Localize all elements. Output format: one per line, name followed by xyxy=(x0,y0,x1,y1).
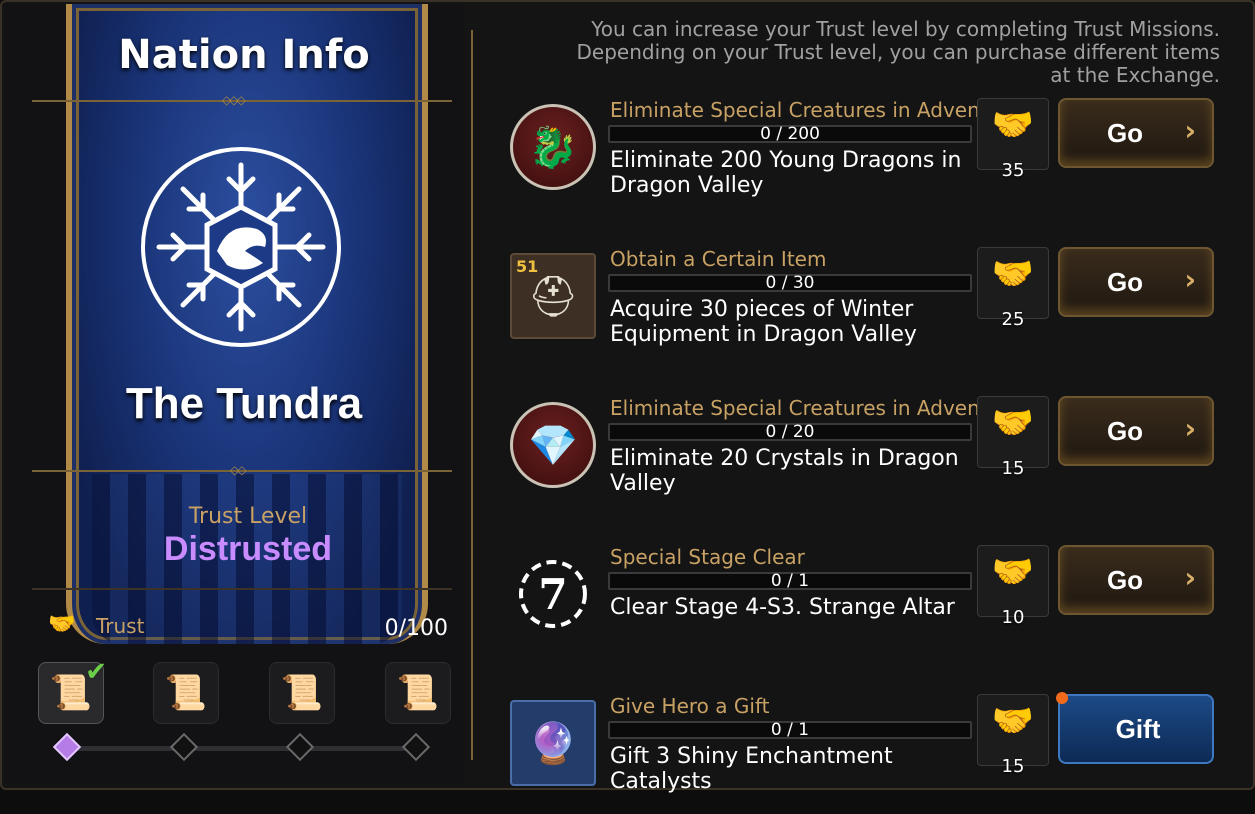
checkmark-icon: ✔ xyxy=(85,657,107,687)
tier-node xyxy=(169,732,199,762)
panel-title: Nation Info xyxy=(118,32,370,78)
handshake-icon: 🤝 xyxy=(48,612,76,637)
reward-amount: 10 xyxy=(1001,607,1025,628)
go-button-label: Go xyxy=(1106,565,1144,595)
mission-category: Give Hero a Gift xyxy=(610,694,770,718)
trust-points-row: 🤝 Trust 0/100 xyxy=(48,612,448,642)
mission-description: Gift 3 Shiny Enchantment Catalysts xyxy=(610,744,893,794)
nation-emblem-icon xyxy=(141,147,341,347)
special-stage-seven-icon: 7 xyxy=(510,551,596,637)
scroll-icon: 📜 xyxy=(396,673,440,713)
gift-button-label: Gift xyxy=(1115,714,1161,744)
divider-ornament: ◇◇ xyxy=(230,463,247,477)
tier-node xyxy=(401,732,431,762)
tier-4-scroll[interactable]: 📜 xyxy=(385,662,451,724)
mission-category: Eliminate Special Creatures in Adventure xyxy=(610,396,1021,420)
young-dragon-icon: 🐉 xyxy=(510,104,596,190)
mission-progress-text: 0 / 1 xyxy=(770,720,810,740)
handshake-icon: 🤝 xyxy=(991,403,1035,443)
mission-description: Eliminate 200 Young Dragons in Dragon Va… xyxy=(610,148,962,198)
mission-progress-text: 0 / 20 xyxy=(765,422,815,442)
nation-info-panel: Nation Info ◇◇◇ The Tundra ◇◇ Trust Leve… xyxy=(4,4,464,784)
tier-1-scroll[interactable]: 📜 ✔ xyxy=(38,657,107,724)
enchantment-catalyst-icon: 🔮 xyxy=(510,700,596,786)
reward-amount: 25 xyxy=(1001,309,1025,330)
handshake-icon: 🤝 xyxy=(991,701,1035,741)
mission-row: 🐉 Eliminate Special Creatures in Adventu… xyxy=(500,98,1225,218)
reward-box: 🤝 15 xyxy=(977,396,1049,479)
mission-description: Clear Stage 4-S3. Strange Altar xyxy=(610,595,955,620)
reward-box: 🤝 15 xyxy=(977,694,1049,777)
chevron-right-icon: › xyxy=(1184,114,1196,147)
mission-category: Obtain a Certain Item xyxy=(610,247,827,271)
mission-description: Acquire 30 pieces of Winter Equipment in… xyxy=(610,297,917,347)
go-button-label: Go xyxy=(1106,267,1144,297)
mission-progress-text: 0 / 1 xyxy=(770,571,810,591)
svg-text:7: 7 xyxy=(538,570,567,619)
reward-amount: 15 xyxy=(1001,756,1025,777)
trust-progress-track xyxy=(66,746,421,751)
tier-3-scroll[interactable]: 📜 xyxy=(269,662,335,724)
go-button[interactable]: Go › xyxy=(1058,545,1214,615)
trust-count: 0/100 xyxy=(384,616,448,641)
go-button-label: Go xyxy=(1106,118,1144,148)
mission-category: Eliminate Special Creatures in Adventure xyxy=(610,98,1021,122)
item-level-badge: 51 xyxy=(516,257,539,276)
gift-button[interactable]: Gift xyxy=(1056,692,1214,764)
trust-info-text: You can increase your Trust level by com… xyxy=(576,17,1221,87)
nation-name: The Tundra xyxy=(125,379,363,428)
mission-progress-text: 0 / 30 xyxy=(765,273,815,293)
reward-amount: 15 xyxy=(1001,458,1025,479)
tier-node xyxy=(52,732,82,762)
reward-amount: 35 xyxy=(1001,160,1025,181)
go-button-label: Go xyxy=(1106,416,1144,446)
mission-category: Special Stage Clear xyxy=(610,545,805,569)
handshake-icon: 🤝 xyxy=(991,105,1035,145)
mission-progress-text: 0 / 200 xyxy=(760,124,820,144)
trust-tier-icons: 📜 ✔ 📜 📜 📜 xyxy=(38,657,458,724)
mission-description: Eliminate 20 Crystals in Dragon Valley xyxy=(610,446,959,496)
chevron-right-icon: › xyxy=(1184,412,1196,445)
trust-level-label: Trust Level xyxy=(188,504,308,529)
notification-dot xyxy=(1056,692,1068,704)
go-button[interactable]: Go › xyxy=(1058,396,1214,466)
go-button[interactable]: Go › xyxy=(1058,98,1214,168)
mission-row: ⛑ 51 Obtain a Certain Item 0 / 30 Acquir… xyxy=(500,247,1225,367)
go-button[interactable]: Go › xyxy=(1058,247,1214,317)
chevron-right-icon: › xyxy=(1184,263,1196,296)
panel-divider xyxy=(471,30,473,760)
tier-2-scroll[interactable]: 📜 xyxy=(153,662,219,724)
winter-helmet-icon: ⛑ 51 xyxy=(510,253,596,339)
scroll-icon: 📜 xyxy=(280,673,324,713)
divider-ornament: ◇◇◇ xyxy=(222,93,246,107)
scroll-icon: 📜 xyxy=(164,673,208,713)
reward-box: 🤝 25 xyxy=(977,247,1049,330)
divider-bottom xyxy=(32,588,452,590)
mission-row: 🔮 Give Hero a Gift 0 / 1 Gift 3 Shiny En… xyxy=(500,692,1225,814)
handshake-icon: 🤝 xyxy=(991,552,1035,592)
mission-row: 💎 Eliminate Special Creatures in Adventu… xyxy=(500,396,1225,516)
chevron-right-icon: › xyxy=(1184,561,1196,594)
reward-box: 🤝 35 xyxy=(977,98,1049,181)
tier-node xyxy=(285,732,315,762)
reward-box: 🤝 10 xyxy=(977,545,1049,628)
crystal-creature-icon: 💎 xyxy=(510,402,596,488)
trust-level-status: Distrusted xyxy=(163,530,333,568)
trust-label: Trust xyxy=(96,614,145,638)
handshake-icon: 🤝 xyxy=(991,254,1035,294)
mission-row: 7 Special Stage Clear 0 / 1 Clear Stage … xyxy=(500,545,1225,665)
